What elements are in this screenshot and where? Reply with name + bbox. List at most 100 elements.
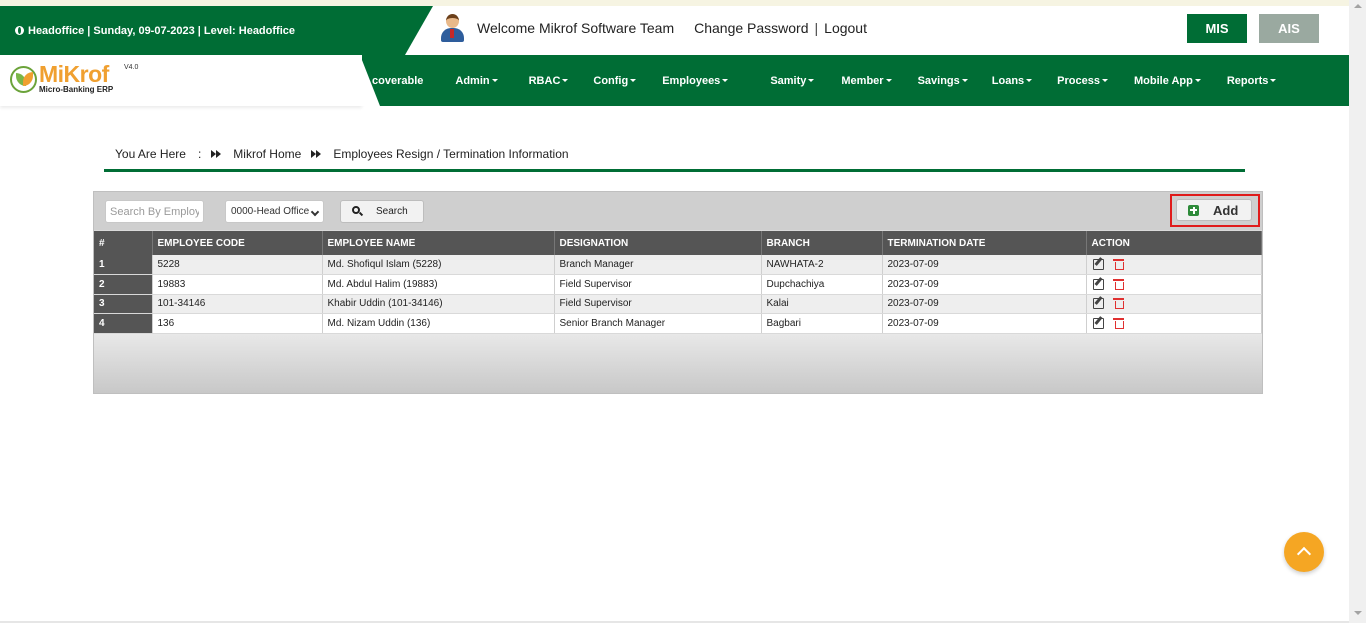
menu-item-label: Samity bbox=[770, 74, 807, 87]
branch-cell: Bagbari bbox=[761, 313, 883, 334]
menu-item-loans[interactable]: Loans bbox=[991, 74, 1033, 87]
trash-icon[interactable] bbox=[1112, 298, 1124, 310]
table-row: 1 5228 Md. Shofiqul Islam (5228) Branch Man… bbox=[94, 255, 1262, 275]
menu-item-savings[interactable]: Savings bbox=[918, 75, 968, 87]
edit-icon[interactable] bbox=[1092, 317, 1104, 329]
session-info-bar: Headoffice | Sunday, 09-07-2023 | Level:… bbox=[0, 6, 405, 55]
caret-down-icon bbox=[885, 79, 892, 83]
scroll-down-arrow-icon[interactable] bbox=[1354, 611, 1362, 615]
menu-item-samity[interactable]: Samity bbox=[770, 74, 815, 87]
logo-subtitle: Micro-Banking ERP bbox=[39, 85, 114, 94]
welcome-area: Welcome Mikrof Software Team Change Pass… bbox=[438, 12, 867, 44]
menu-item-admin[interactable]: Admin bbox=[455, 74, 498, 87]
menu-item-label: Admin bbox=[455, 74, 490, 87]
termination-date-cell: 2023-07-09 bbox=[882, 274, 1087, 295]
caret-down-icon bbox=[722, 79, 729, 83]
trash-icon[interactable] bbox=[1112, 317, 1124, 329]
menu-item-label: Employees bbox=[662, 74, 721, 87]
row-index: 1 bbox=[94, 255, 153, 275]
menu-item-reports[interactable]: Reports bbox=[1227, 75, 1277, 87]
scroll-up-arrow-icon[interactable] bbox=[1354, 4, 1362, 8]
menu-item-label: Member bbox=[841, 74, 884, 87]
employee-code-cell: 136 bbox=[152, 313, 323, 334]
action-cell bbox=[1086, 313, 1262, 334]
caret-down-icon bbox=[961, 79, 968, 83]
caret-down-icon bbox=[1101, 79, 1108, 83]
link-separator: | bbox=[814, 20, 819, 36]
termination-table: # EMPLOYEE CODE EMPLOYEE NAME DESIGNATIO… bbox=[94, 231, 1262, 334]
mis-button[interactable]: MIS bbox=[1187, 14, 1247, 43]
menu-item-config[interactable]: Config bbox=[593, 74, 637, 87]
edit-icon[interactable] bbox=[1092, 278, 1104, 290]
employee-name-cell: Md. Abdul Halim (19883) bbox=[322, 274, 555, 295]
panel-footer bbox=[94, 334, 1262, 393]
menu-item-employees[interactable]: Employees bbox=[662, 74, 729, 87]
logo-name[interactable]: MiKrof bbox=[39, 61, 109, 88]
session-info-diagonal bbox=[405, 6, 433, 55]
menu-item-member[interactable]: Member bbox=[841, 74, 892, 87]
user-avatar-icon bbox=[438, 13, 466, 43]
employee-code-cell: 19883 bbox=[152, 274, 323, 295]
globe-icon bbox=[15, 26, 24, 35]
vertical-scrollbar[interactable] bbox=[1349, 0, 1366, 623]
session-info-text: Headoffice | Sunday, 09-07-2023 | Level:… bbox=[28, 24, 295, 37]
caret-down-icon bbox=[1026, 79, 1033, 83]
double-chevron-right-icon bbox=[311, 150, 322, 158]
employee-code-cell: 5228 bbox=[152, 255, 323, 275]
menu-item-label: Mobile App bbox=[1133, 74, 1193, 87]
menu-item-label: coverable bbox=[372, 74, 424, 87]
welcome-text: Welcome Mikrof Software Team bbox=[477, 20, 675, 36]
branch-cell: Dupchachiya bbox=[761, 274, 883, 295]
plus-square-icon bbox=[1188, 204, 1199, 216]
caret-down-icon bbox=[808, 79, 815, 83]
add-button-label: Add bbox=[1213, 202, 1239, 218]
table-row: 3 101-34146 Khabir Uddin (101-34146) Field … bbox=[94, 294, 1262, 314]
breadcrumb-you-are-here: You Are Here bbox=[115, 147, 186, 161]
trash-icon[interactable] bbox=[1112, 278, 1124, 290]
termination-date-cell: 2023-07-09 bbox=[882, 294, 1087, 314]
menu-item-label: Reports bbox=[1226, 74, 1269, 87]
change-password-link[interactable]: Change Password bbox=[694, 20, 808, 36]
row-index: 4 bbox=[94, 313, 153, 334]
scroll-to-top-button[interactable] bbox=[1284, 532, 1324, 572]
employee-search-input[interactable] bbox=[105, 200, 204, 223]
header-termination-date: TERMINATION DATE bbox=[882, 231, 1087, 255]
action-cell bbox=[1086, 255, 1262, 275]
menu-item-process[interactable]: Process bbox=[1057, 75, 1108, 87]
menu-item-label: Loans bbox=[991, 74, 1025, 87]
menu-item-label: Config bbox=[593, 74, 629, 87]
designation-cell: Field Supervisor bbox=[554, 294, 762, 314]
menu-item-rbac[interactable]: RBAC bbox=[529, 75, 569, 87]
header-index: # bbox=[94, 231, 153, 255]
edit-icon[interactable] bbox=[1092, 258, 1104, 270]
edit-icon[interactable] bbox=[1092, 298, 1104, 310]
header-action: ACTION bbox=[1086, 231, 1262, 255]
employees-termination-panel: 0000-Head Office Search Add # EMPLOYEE C… bbox=[93, 191, 1263, 394]
caret-down-icon bbox=[1270, 79, 1277, 83]
search-button[interactable]: Search bbox=[340, 200, 424, 223]
panel-toolbar: 0000-Head Office Search Add bbox=[94, 192, 1262, 230]
termination-date-cell: 2023-07-09 bbox=[882, 313, 1087, 334]
header-designation: DESIGNATION bbox=[554, 231, 762, 255]
trash-icon[interactable] bbox=[1112, 258, 1124, 270]
main-menu: coverable Admin RBAC Config Employees Samity M… bbox=[372, 55, 1277, 106]
branch-cell: NAWHATA-2 bbox=[761, 255, 883, 275]
breadcrumb-home-link[interactable]: Mikrof Home bbox=[233, 147, 301, 161]
menu-item-label: Process bbox=[1057, 74, 1100, 87]
header-employee-code: EMPLOYEE CODE bbox=[152, 231, 323, 255]
caret-down-icon bbox=[491, 79, 498, 83]
breadcrumb-colon: : bbox=[197, 147, 202, 161]
add-button[interactable]: Add bbox=[1176, 199, 1252, 221]
caret-down-icon bbox=[1194, 79, 1201, 83]
ais-button[interactable]: AIS bbox=[1259, 14, 1319, 43]
table-header-row: # EMPLOYEE CODE EMPLOYEE NAME DESIGNATIO… bbox=[94, 231, 1262, 255]
menu-item-label: Savings bbox=[917, 74, 960, 87]
logout-link[interactable]: Logout bbox=[824, 20, 867, 36]
termination-date-cell: 2023-07-09 bbox=[882, 255, 1087, 275]
menu-item-label: RBAC bbox=[528, 74, 561, 87]
designation-cell: Field Supervisor bbox=[554, 274, 762, 295]
branch-select[interactable]: 0000-Head Office bbox=[225, 200, 324, 223]
menu-item-mobile-app[interactable]: Mobile App bbox=[1134, 75, 1201, 87]
action-cell bbox=[1086, 294, 1262, 314]
menu-item-coverable[interactable]: coverable bbox=[372, 75, 423, 87]
